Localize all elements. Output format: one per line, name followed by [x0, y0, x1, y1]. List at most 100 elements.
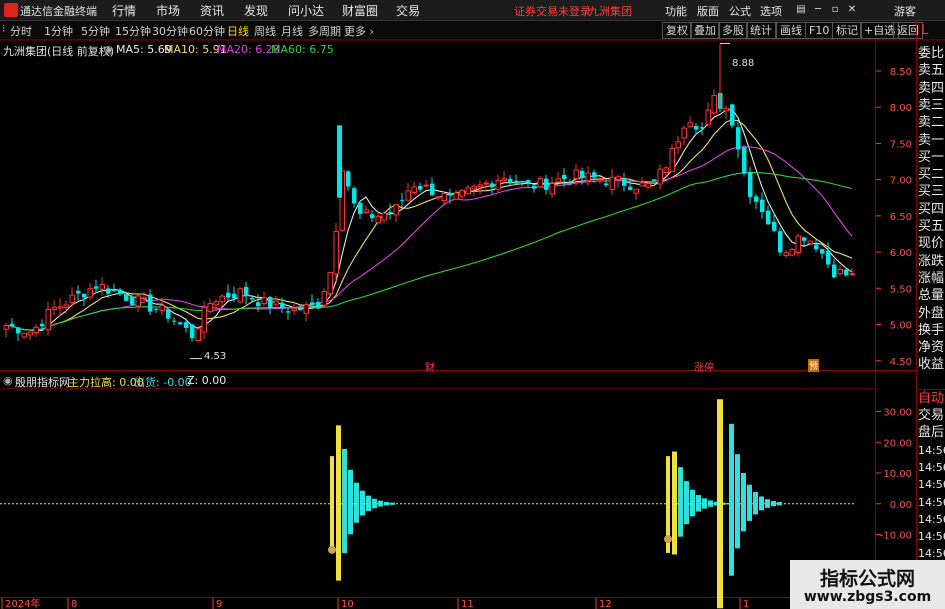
- candle-body: [268, 296, 273, 309]
- candle-body: [280, 302, 285, 309]
- candle-body: [597, 179, 603, 182]
- sidebar-item: 卖四: [918, 80, 945, 96]
- candle-body: [244, 286, 249, 297]
- candle-body: [430, 183, 435, 196]
- pull-up-bar: [672, 451, 677, 555]
- sidebar-item: 卖五: [918, 63, 945, 79]
- candle-body: [520, 181, 525, 183]
- candle-body: [118, 289, 123, 295]
- candle-body: [381, 212, 387, 221]
- candle-body: [778, 231, 783, 253]
- price-tick-label: 5.00: [890, 321, 912, 332]
- candle-body: [201, 306, 207, 333]
- candle-body: [549, 183, 555, 195]
- candle-body: [459, 189, 465, 197]
- candle-body: [195, 328, 201, 342]
- candle-body: [435, 196, 441, 199]
- price-tick-label: 8.50: [890, 67, 912, 78]
- candle-body: [555, 178, 561, 183]
- candle-body: [615, 176, 621, 180]
- sell-bar: [729, 423, 734, 576]
- sidebar-trade-item: 14:56: [918, 495, 945, 509]
- candle-body: [622, 179, 627, 186]
- watermark-title: 指标公式网: [819, 568, 915, 590]
- sidebar-item: 现价: [918, 236, 945, 252]
- watermark: 指标公式网 www.zbgs3.com: [790, 560, 945, 609]
- candle-body: [795, 235, 801, 253]
- sidebar-item: 卖一: [918, 132, 945, 148]
- sidebar-item: 净资: [918, 340, 945, 356]
- candle-body: [465, 187, 471, 195]
- sidebar-trade-item: 14:56: [918, 512, 945, 526]
- finance-marker[interactable]: 财: [425, 359, 435, 374]
- candle-body: [652, 179, 657, 182]
- candle-body: [370, 214, 375, 219]
- sidebar-item: 收益: [918, 357, 945, 373]
- sell-bar: [366, 495, 371, 512]
- candle-body: [514, 180, 519, 184]
- sidebar-top-label[interactable]: L: [921, 23, 928, 38]
- money-bag-icon: [328, 545, 336, 554]
- sell-bar: [771, 500, 776, 507]
- candle-body: [57, 306, 63, 309]
- sell-bar: [360, 490, 365, 516]
- pull-up-bar: [330, 456, 334, 553]
- candle-body: [772, 221, 777, 231]
- sell-bar: [372, 498, 377, 509]
- sidebar-item: 买五: [918, 219, 945, 234]
- forecast-marker[interactable]: 预: [808, 359, 820, 372]
- candle-body: [526, 180, 531, 184]
- candle-body: [448, 193, 453, 196]
- chart-canvas[interactable]: 8.50 8.00 7.50 7.00 6.50 6.00 5.50 5.00 4.50 30.…: [0, 0, 945, 609]
- candle-body: [261, 297, 267, 305]
- indicator-sell: 出货: -0.00: [134, 376, 192, 389]
- candle-body: [832, 264, 837, 278]
- price-axis-ticks: 8.50 8.00 7.50 7.00 6.50 6.00 5.50 5.00 4.50: [876, 67, 912, 368]
- candle-body: [226, 292, 231, 298]
- candle-body: [423, 184, 429, 187]
- x-tick-label: 12: [599, 599, 612, 609]
- indicator-z: Z: 0.00: [187, 374, 227, 387]
- candle-body: [814, 244, 819, 250]
- candle-body: [45, 308, 51, 331]
- candle-body: [441, 193, 447, 202]
- candle-body: [106, 288, 111, 294]
- candle-body: [346, 171, 351, 187]
- candle-body: [69, 294, 75, 303]
- candle-body: [27, 331, 33, 336]
- candle-body: [471, 185, 477, 190]
- candle-body: [657, 168, 663, 185]
- candle-body: [663, 167, 669, 174]
- candle-body: [286, 311, 291, 313]
- sidebar-item: 外盘: [918, 305, 945, 321]
- sell-bar: [378, 500, 383, 507]
- sell-bar: [342, 448, 347, 554]
- x-tick-label: 9: [216, 599, 222, 609]
- x-tick-label: 10: [341, 599, 354, 609]
- price-tick-label: 7.50: [890, 139, 912, 150]
- candle-body: [130, 296, 135, 306]
- candle-body: [573, 169, 579, 179]
- candle-body: [736, 127, 741, 150]
- sidebar-item: 买三: [918, 184, 945, 200]
- candle-body: [310, 302, 315, 306]
- sidebar-trade-item: 盘后: [918, 425, 945, 441]
- candle-body: [490, 183, 495, 188]
- candle-body: [273, 300, 279, 305]
- indicator-tick-label: 30.00: [883, 408, 912, 419]
- candle-body: [477, 184, 483, 188]
- ma60-line: [5, 172, 853, 331]
- candle-body: [63, 304, 69, 308]
- candle-body: [166, 309, 171, 319]
- sell-bar: [765, 499, 770, 508]
- candle-body: [849, 273, 855, 276]
- candle-body: [675, 141, 681, 149]
- candle-body: [3, 325, 9, 330]
- x-tick-label: 2024年: [5, 597, 40, 609]
- limit-up-marker[interactable]: 涨停: [694, 359, 714, 374]
- money-bag-icon: [664, 535, 672, 544]
- candle-body: [723, 107, 729, 112]
- indicator-tick-label: 20.00: [883, 438, 912, 449]
- indicator-settings-icon[interactable]: ◉: [3, 374, 13, 387]
- indicator-axis-ticks: 30.0020.0010.000.00-10.00-20.00: [0, 408, 912, 572]
